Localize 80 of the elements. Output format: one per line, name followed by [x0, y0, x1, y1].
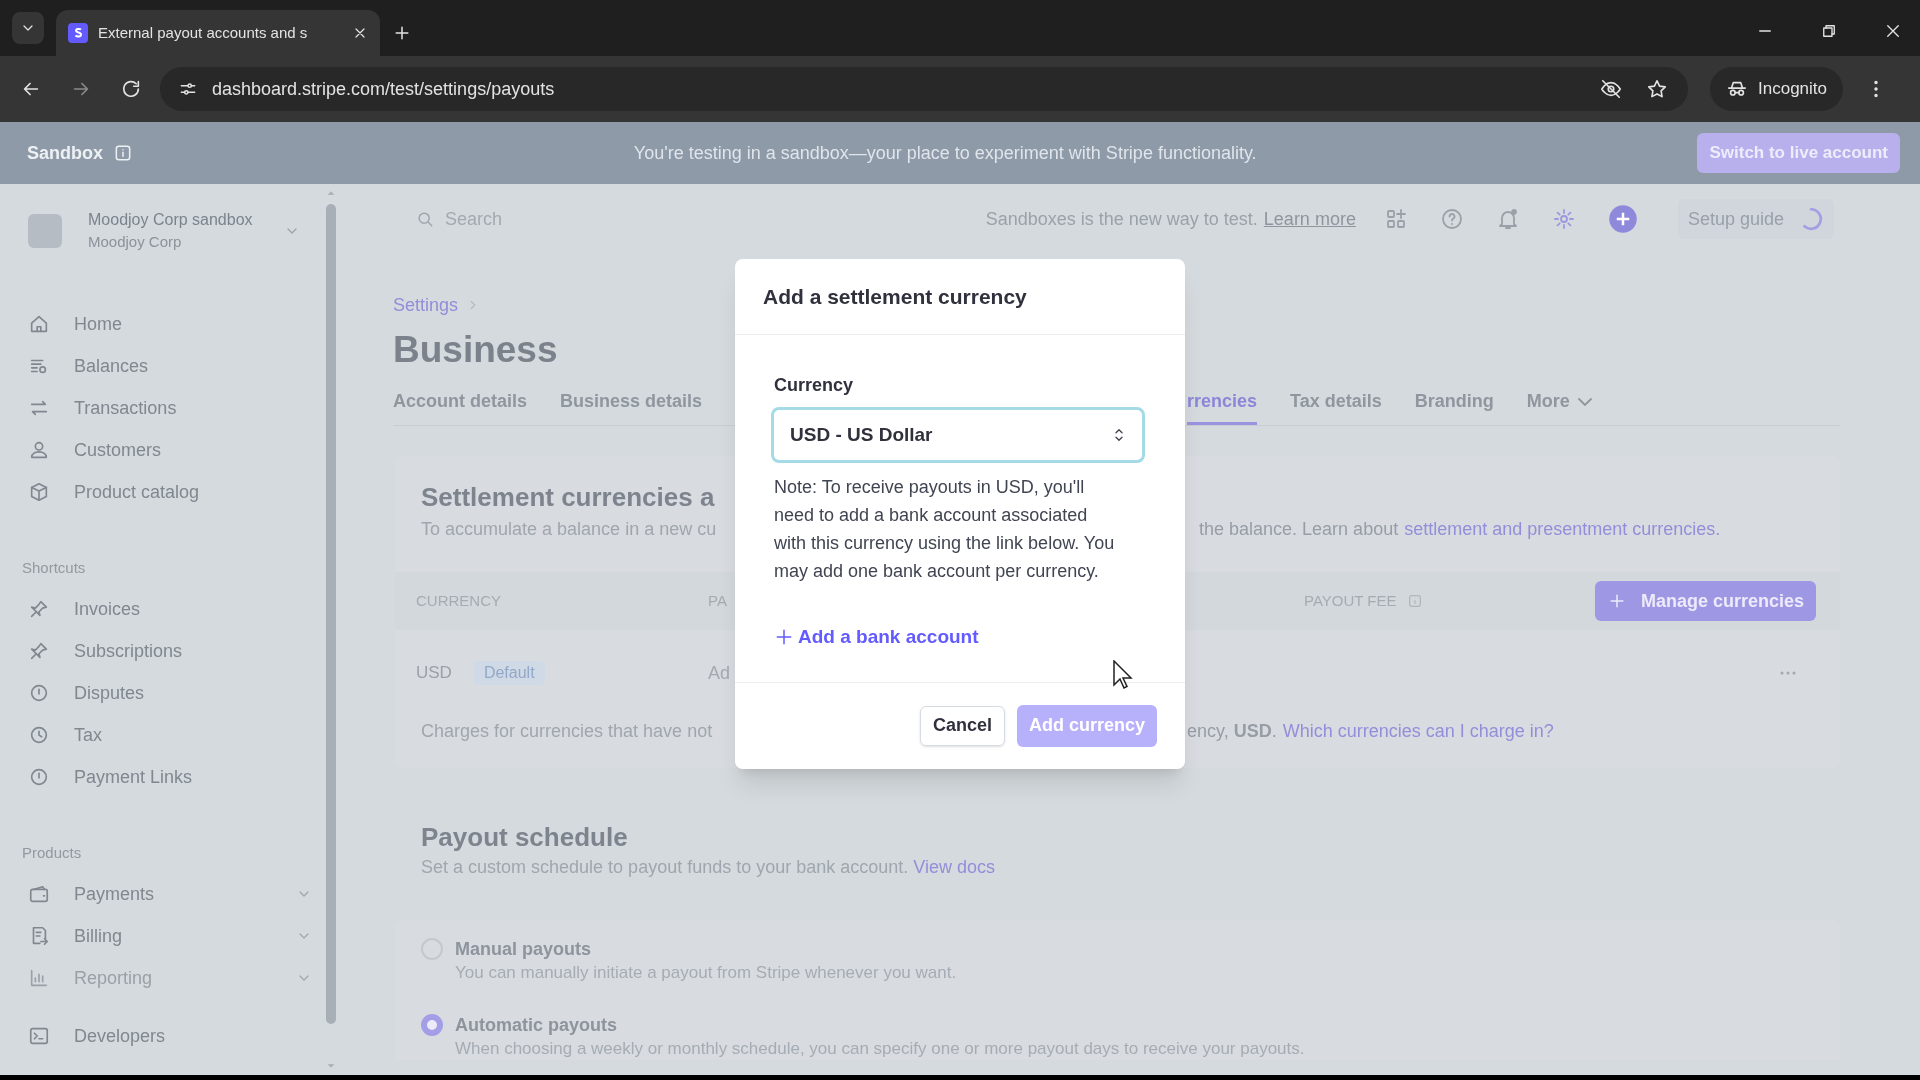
eye-off-icon[interactable]	[1600, 78, 1622, 100]
reload-icon[interactable]	[120, 78, 142, 100]
nav-icon	[28, 313, 50, 335]
nav-icon	[28, 439, 50, 461]
sidebar-item[interactable]: Payment Links	[28, 756, 322, 798]
cursor-icon	[1113, 660, 1133, 690]
section-description: To accumulate a balance in a new cu	[421, 519, 717, 539]
sidebar-item[interactable]: Subscriptions	[28, 630, 322, 672]
field-label: Currency	[774, 374, 855, 397]
star-icon[interactable]	[1646, 78, 1668, 100]
nav-icon	[28, 1025, 50, 1047]
nav-icon	[28, 598, 50, 620]
tab[interactable]: Branding	[1414, 381, 1494, 425]
chevron-down-icon	[1577, 397, 1592, 406]
section-description: the balance. Learn about	[1199, 518, 1399, 541]
nav-icon	[28, 967, 50, 989]
sidebar-item[interactable]: Billing	[28, 915, 322, 957]
section-heading: Products	[22, 843, 83, 863]
view-docs-link[interactable]: View docs	[913, 857, 996, 877]
restore-icon[interactable]	[1820, 22, 1838, 40]
favicon-icon	[68, 23, 88, 43]
nav-icon	[28, 724, 50, 746]
switch-to-live-button[interactable]: Switch to live account	[1697, 133, 1900, 173]
search-icon	[415, 209, 435, 229]
tab[interactable]: Tax details	[1290, 381, 1382, 425]
section-title: Payout schedule	[421, 821, 628, 854]
charge-currencies-link[interactable]: Which currencies can I charge in?	[1282, 718, 1554, 744]
account-logo	[28, 214, 62, 248]
sidebar-item[interactable]: Payments	[28, 873, 322, 915]
cancel-button[interactable]: Cancel	[919, 705, 1005, 746]
sidebar-item[interactable]: Customers	[28, 429, 322, 471]
dialog-note: Note: To receive payouts in USD, you'll need to add a bank account associated with this currency using the link below. You may add one bank account per currency.	[774, 476, 1116, 583]
page-title: Business	[393, 328, 559, 372]
nav-icon	[28, 883, 50, 905]
browser-tab[interactable]: External payout accounts and s	[56, 10, 380, 56]
incognito-button[interactable]: Incognito	[1710, 67, 1843, 111]
tab[interactable]: Account details	[393, 381, 528, 425]
sidebar-item[interactable]: Invoices	[28, 588, 322, 630]
currency-note: Charges for currencies that have not	[421, 721, 713, 741]
sidebar-item[interactable]: Developers	[28, 1015, 322, 1057]
nav-icon	[28, 481, 50, 503]
tab-list-button[interactable]	[12, 12, 44, 44]
sidebar-item[interactable]: Product catalog	[28, 471, 322, 513]
sidebar-item[interactable]: Tax	[28, 714, 322, 756]
manage-currencies-button[interactable]: Manage currencies	[1595, 581, 1817, 621]
sandbox-label: Sandbox	[27, 141, 103, 165]
currency-select[interactable]: USD - US Dollar	[771, 407, 1145, 463]
tab[interactable]: More	[1526, 381, 1592, 425]
address-bar[interactable]: dashboard.stripe.com/test/settings/payouts	[160, 67, 1688, 111]
section-heading: Shortcuts	[22, 558, 87, 578]
info-icon	[113, 143, 133, 163]
nav-icon	[28, 682, 50, 704]
sidebar-item[interactable]: Reporting	[28, 957, 322, 999]
section-title: Settlement currencies a	[421, 481, 715, 514]
currency-note: ency, USD.	[1187, 720, 1277, 743]
learn-more-link[interactable]: Learn more	[1263, 205, 1356, 233]
add-bank-account-link[interactable]: Add a bank account	[774, 623, 979, 652]
close-window-icon[interactable]	[1884, 22, 1902, 40]
dialog-title: Add a settlement currency	[763, 283, 1027, 310]
scrollbar-thumb[interactable]	[326, 204, 336, 1024]
sidebar-item[interactable]: Disputes	[28, 672, 322, 714]
sidebar-item[interactable]: Transactions	[28, 387, 322, 429]
breadcrumb-link[interactable]: Settings	[393, 291, 459, 319]
tab-title: External payout accounts and s	[98, 22, 309, 43]
sandbox-message: You're testing in a sandbox—your place to experiment with Stripe functionality.	[632, 141, 1258, 165]
create-icon[interactable]	[1607, 204, 1638, 234]
nav-icon	[28, 640, 50, 662]
sidebar-item[interactable]: Home	[28, 303, 322, 345]
radio-button[interactable]	[421, 1014, 443, 1036]
nav-icon	[28, 766, 50, 788]
sidebar-item[interactable]: Balances	[28, 345, 322, 387]
option-label[interactable]: Manual payouts	[455, 936, 957, 962]
settlement-currencies-link[interactable]: settlement and presentment currencies.	[1404, 516, 1721, 542]
account-switcher[interactable]: Moodjoy Corp sandbox Moodjoy Corp	[88, 209, 253, 253]
default-badge: Default	[473, 661, 545, 685]
tab[interactable]: Business details	[560, 381, 703, 425]
url-text: dashboard.stripe.com/test/settings/payouts	[212, 77, 555, 101]
table-cell-text: USD	[416, 662, 452, 685]
option-label[interactable]: Automatic payouts	[455, 1012, 1305, 1038]
sandbox-notice: Sandboxes is the new way to test.	[985, 207, 1258, 231]
